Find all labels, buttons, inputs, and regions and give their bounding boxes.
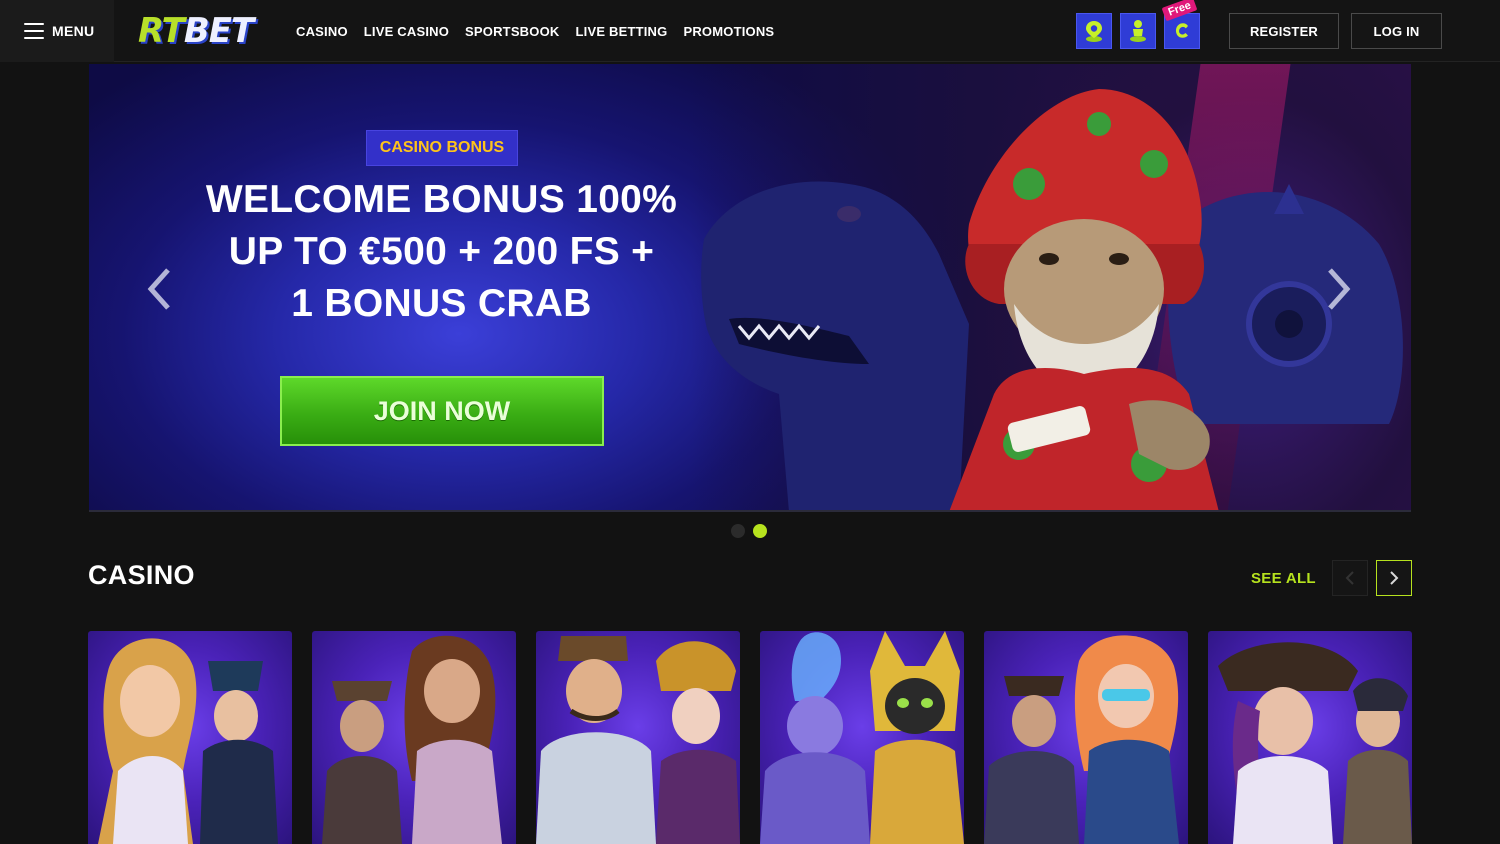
- chevron-left-icon: [1345, 571, 1354, 585]
- game-card-2[interactable]: [312, 631, 516, 844]
- hamburger-icon: [24, 23, 44, 39]
- game-card-art: [984, 635, 1179, 844]
- chevron-right-icon: [1390, 571, 1399, 585]
- hero-banner[interactable]: CASINO BONUS WELCOME BONUS 100% UP TO €5…: [89, 64, 1411, 512]
- casino-prev-button[interactable]: [1332, 560, 1368, 596]
- chevron-left-icon: [147, 268, 170, 310]
- nav-live-casino[interactable]: LIVE CASINO: [364, 24, 449, 39]
- join-now-button[interactable]: JOIN NOW: [280, 376, 604, 446]
- see-all-link[interactable]: SEE ALL: [1251, 570, 1316, 587]
- casino-next-button[interactable]: [1376, 560, 1412, 596]
- nav-casino[interactable]: CASINO: [296, 24, 348, 39]
- casino-bonus-badge: CASINO BONUS: [366, 130, 518, 166]
- game-card-4[interactable]: [760, 631, 964, 844]
- map-pin-icon[interactable]: [1076, 13, 1112, 49]
- hero-title-line-1: WELCOME BONUS 100%: [205, 178, 678, 221]
- hero-prev-arrow[interactable]: [139, 264, 179, 314]
- gnome-character-figure: [949, 89, 1219, 510]
- nav-live-betting[interactable]: LIVE BETTING: [576, 24, 668, 39]
- game-card-art: [1218, 642, 1412, 844]
- top-header: MENU RT BET CASINO LIVE CASINO SPORTSBOOK…: [0, 0, 1500, 62]
- hero-pagination: [731, 524, 767, 538]
- register-button[interactable]: REGISTER: [1229, 13, 1339, 49]
- dinosaur-figure: [701, 181, 969, 510]
- person-icon[interactable]: [1120, 13, 1156, 49]
- slide-dot-2[interactable]: [753, 524, 767, 538]
- blue-creature-figure: [1168, 184, 1403, 424]
- chevron-right-icon: [1328, 268, 1351, 310]
- hero-title-line-3: 1 BONUS CRAB: [291, 282, 592, 325]
- hero-title-line-2: UP TO €500 + 200 FS +: [228, 230, 655, 273]
- login-button[interactable]: LOG IN: [1351, 13, 1442, 49]
- main-nav: CASINO LIVE CASINO SPORTSBOOK LIVE BETTI…: [296, 0, 774, 62]
- game-card-art: [322, 635, 502, 844]
- game-card-art: [98, 638, 278, 844]
- game-card-art: [536, 636, 740, 844]
- menu-label: MENU: [52, 23, 95, 39]
- game-card-1[interactable]: [88, 631, 292, 844]
- game-card-5[interactable]: [984, 631, 1188, 844]
- game-card-3[interactable]: [536, 631, 740, 844]
- game-card-6[interactable]: [1208, 631, 1412, 844]
- casino-section-title: CASINO: [88, 560, 195, 590]
- hero-title: WELCOME BONUS 100% UP TO €500 + 200 FS +…: [149, 174, 734, 330]
- hero-next-arrow[interactable]: [1319, 264, 1359, 314]
- rtbet-logo[interactable]: RT BET: [138, 11, 254, 51]
- nav-promotions[interactable]: PROMOTIONS: [683, 24, 774, 39]
- slide-dot-1[interactable]: [731, 524, 745, 538]
- game-card-art: [760, 631, 964, 844]
- menu-button[interactable]: MENU: [0, 0, 114, 62]
- nav-sportsbook[interactable]: SPORTSBOOK: [465, 24, 559, 39]
